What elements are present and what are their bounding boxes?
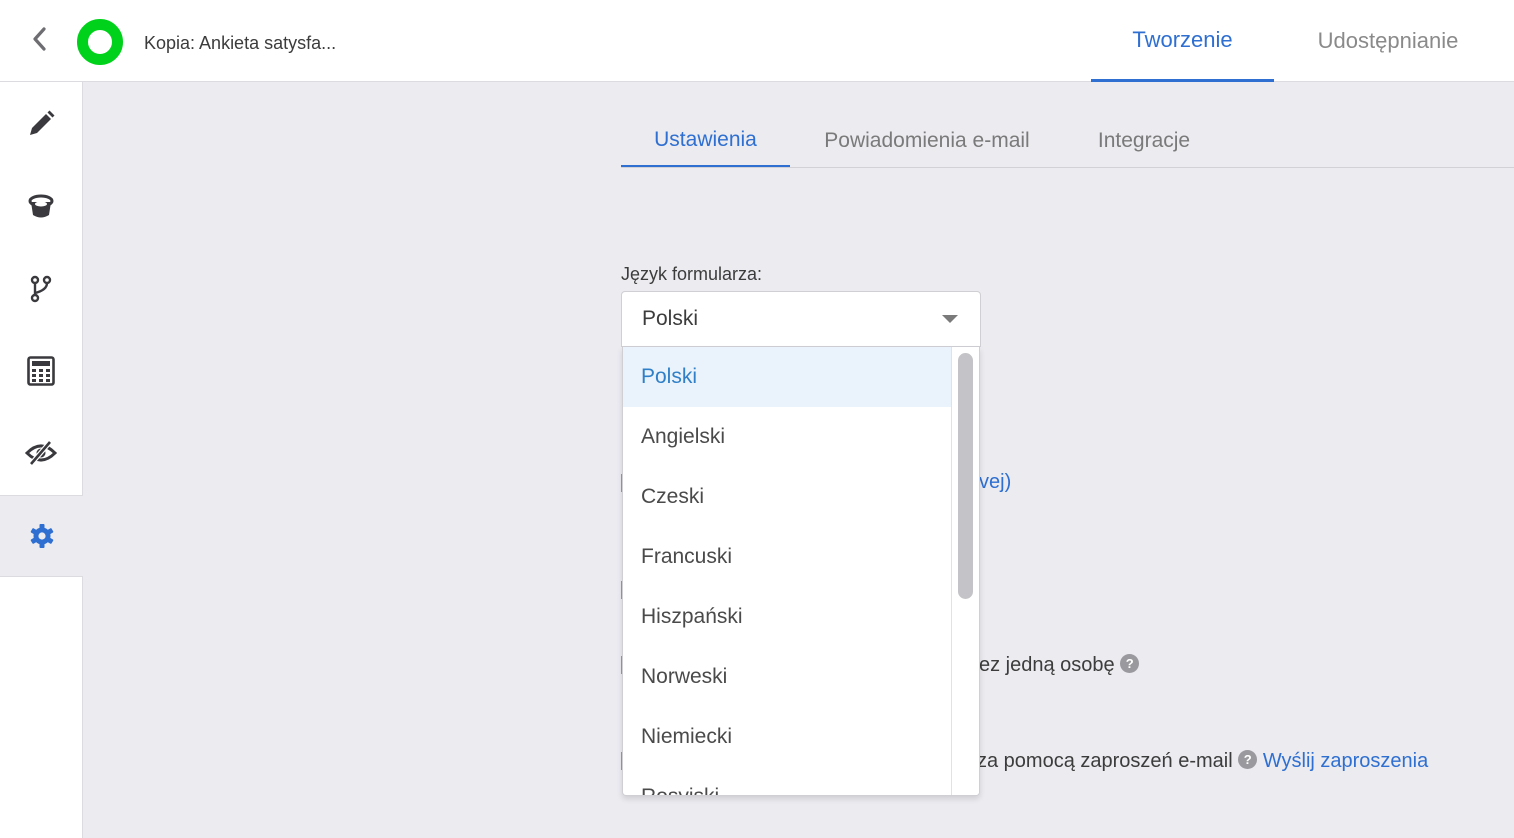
invite-setting: za pomocą zaproszeń e-mail ? Wyślij zapr… bbox=[977, 750, 1428, 773]
language-select[interactable]: Polski bbox=[621, 291, 981, 347]
sidebar-item-logic[interactable] bbox=[0, 248, 82, 330]
gear-icon bbox=[30, 524, 53, 548]
language-option[interactable]: Angielski bbox=[623, 407, 951, 467]
tab-udostepnianie[interactable]: Udostępnianie bbox=[1290, 0, 1486, 82]
dropdown-scroll-thumb[interactable] bbox=[958, 353, 973, 599]
paint-bucket-icon bbox=[28, 194, 54, 218]
subtab-integracje[interactable]: Integracje bbox=[1080, 114, 1208, 168]
send-invitations-link[interactable]: Wyślij zaproszenia bbox=[1263, 750, 1428, 772]
chevron-left-icon bbox=[33, 27, 46, 51]
one-person-setting: ez jedną osobę ? bbox=[979, 654, 1140, 677]
subtab-ustawienia[interactable]: Ustawienia bbox=[621, 114, 790, 168]
sidebar bbox=[0, 82, 83, 838]
form-title: Kopia: Ankieta satysfa... bbox=[144, 33, 337, 53]
branch-icon bbox=[30, 275, 52, 303]
sidebar-item-edit[interactable] bbox=[0, 83, 82, 165]
language-option[interactable]: Rosyjski bbox=[623, 767, 951, 795]
caret-down-icon bbox=[942, 315, 958, 323]
subtab-powiadomienia[interactable]: Powiadomienia e-mail bbox=[806, 114, 1048, 168]
language-select-value: Polski bbox=[642, 307, 699, 330]
eye-hidden-icon bbox=[25, 440, 57, 466]
help-icon[interactable]: ? bbox=[1238, 750, 1258, 770]
language-option[interactable]: Norweski bbox=[623, 647, 951, 707]
top-bar: Kopia: Ankieta satysfa... Tworzenie Udos… bbox=[0, 0, 1514, 82]
language-option[interactable]: Polski bbox=[623, 347, 951, 407]
subtabs-divider bbox=[621, 167, 1514, 168]
help-icon[interactable]: ? bbox=[1120, 654, 1140, 674]
sidebar-item-theme[interactable] bbox=[0, 166, 82, 248]
sidebar-item-calculator[interactable] bbox=[0, 330, 82, 412]
sidebar-item-visibility[interactable] bbox=[0, 412, 82, 494]
language-option[interactable]: Hiszpański bbox=[623, 587, 951, 647]
language-dropdown: Polski Angielski Czeski Francuski Hiszpa… bbox=[622, 347, 980, 796]
language-option[interactable]: Czeski bbox=[623, 467, 951, 527]
language-link-fragment[interactable]: vej) bbox=[979, 471, 1011, 494]
language-label: Język formularza: bbox=[621, 264, 763, 284]
tab-tworzenie[interactable]: Tworzenie bbox=[1091, 0, 1274, 82]
pencil-icon bbox=[30, 110, 55, 135]
calculator-icon bbox=[27, 356, 55, 386]
sidebar-item-settings[interactable] bbox=[0, 495, 83, 577]
language-option[interactable]: Francuski bbox=[623, 527, 951, 587]
app-logo bbox=[77, 19, 123, 65]
invite-text: za pomocą zaproszeń e-mail bbox=[977, 750, 1233, 772]
one-person-text: ez jedną osobę bbox=[979, 654, 1115, 676]
language-option[interactable]: Niemiecki bbox=[623, 707, 951, 767]
back-button[interactable] bbox=[24, 24, 54, 54]
